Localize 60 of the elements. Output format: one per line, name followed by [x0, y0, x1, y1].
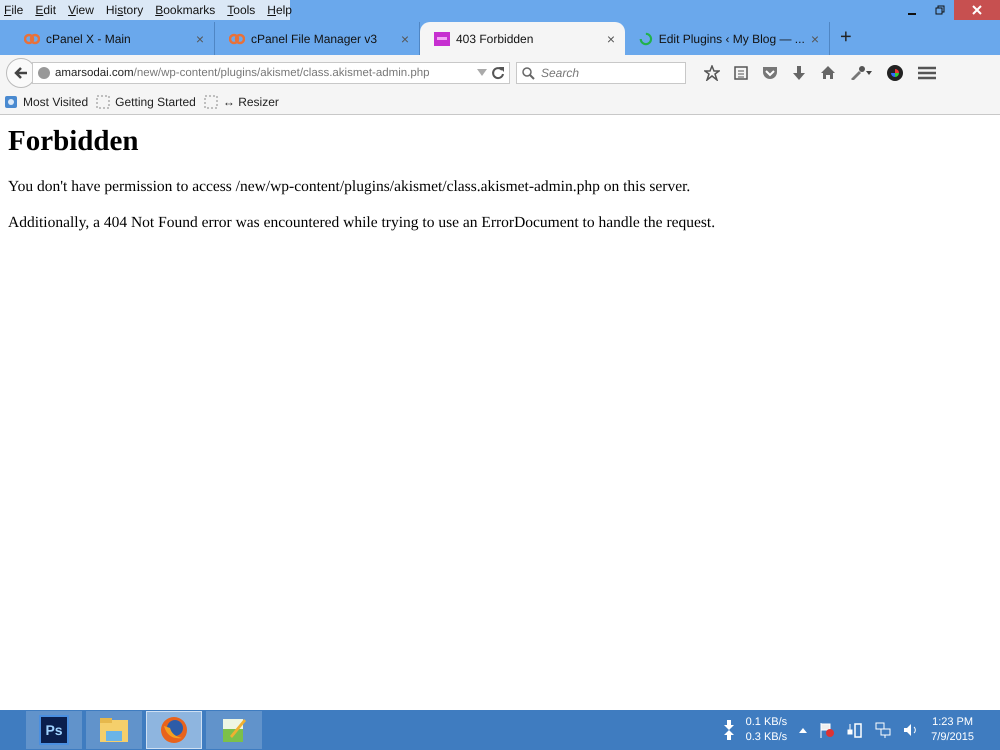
browser-tab[interactable]: 403 Forbidden × — [420, 22, 625, 55]
network-icon[interactable] — [875, 722, 892, 738]
clipboard-icon[interactable] — [734, 65, 748, 80]
restore-icon — [935, 5, 945, 15]
error-message: You don't have permission to access /new/wp-content/plugins/akismet/class.akismet-admin.php on this server. — [8, 178, 692, 196]
back-arrow-icon — [14, 66, 28, 80]
minimize-icon — [908, 13, 916, 15]
star-icon[interactable] — [704, 64, 720, 80]
menu-item[interactable]: History — [106, 3, 144, 17]
bookmark-folder-icon — [4, 95, 18, 109]
bookmark-link[interactable]: Most Visited — [23, 95, 88, 109]
photoshop-icon[interactable]: Ps — [39, 715, 69, 745]
close-icon — [972, 5, 982, 15]
page-icon — [434, 32, 450, 46]
download-arrow-icon — [724, 720, 734, 730]
menu-item[interactable]: File — [4, 3, 24, 17]
pocket-icon[interactable] — [762, 66, 778, 80]
bookmark-link[interactable]: ↔ Resizer — [222, 95, 279, 109]
reload-icon[interactable] — [491, 66, 505, 80]
link-icon — [229, 32, 245, 44]
link-icon — [24, 32, 40, 44]
close-button[interactable] — [954, 0, 1000, 20]
flag-icon[interactable] — [819, 722, 836, 738]
tab-title: cPanel X - Main — [46, 32, 132, 46]
menu-item[interactable]: Edit — [35, 3, 56, 17]
loading-icon — [639, 30, 653, 46]
download-speed: 0.1 KB/s — [746, 715, 788, 730]
upload-arrow-icon — [724, 730, 734, 740]
tab-close-button[interactable]: × — [606, 30, 615, 46]
eyedropper-icon[interactable] — [850, 66, 872, 80]
notepad-icon[interactable] — [220, 716, 248, 744]
home-icon[interactable] — [820, 65, 836, 80]
upload-speed: 0.3 KB/s — [746, 730, 788, 745]
taskbar-app[interactable]: Ps — [26, 711, 82, 749]
tab-title: cPanel File Manager v3 — [251, 32, 378, 46]
taskbar-app[interactable] — [206, 711, 262, 749]
color-wheel-icon[interactable] — [886, 64, 904, 82]
search-icon — [522, 66, 535, 80]
address-bar[interactable]: amarsodai.com/new/wp-content/plugins/akismet/class.akismet-admin.php — [32, 62, 510, 84]
menu-item[interactable]: Tools — [227, 3, 256, 17]
menu-item[interactable]: Help — [267, 3, 292, 17]
error-message: Additionally, a 404 Not Found error was encountered while trying to use an ErrorDocument to handle the request. — [8, 214, 716, 232]
url-text: amarsodai.com/new/wp-content/plugins/akismet/class.akismet-admin.php — [55, 66, 431, 78]
new-tab-button[interactable]: + — [830, 26, 862, 49]
browser-icon[interactable] — [160, 716, 188, 744]
blank-page-icon — [96, 95, 110, 109]
menu-item[interactable]: View — [68, 3, 94, 17]
clock-date[interactable]: 7/9/2015 — [931, 730, 974, 745]
page-heading: Forbidden — [8, 125, 140, 158]
taskbar-app[interactable] — [146, 711, 202, 749]
menu-icon[interactable] — [918, 66, 936, 80]
bookmark-link[interactable]: Getting Started — [115, 95, 196, 109]
tab-title: Edit Plugins ‹ My Blog — ... — [658, 32, 805, 46]
download-icon[interactable] — [792, 64, 806, 80]
search-field[interactable]: Search — [516, 62, 686, 84]
blank-page-icon — [204, 95, 218, 109]
menu-item[interactable]: Bookmarks — [155, 3, 216, 17]
tab-title: 403 Forbidden — [456, 32, 534, 46]
clock-time[interactable]: 1:23 PM — [932, 715, 974, 730]
caret-icon[interactable] — [799, 728, 808, 732]
